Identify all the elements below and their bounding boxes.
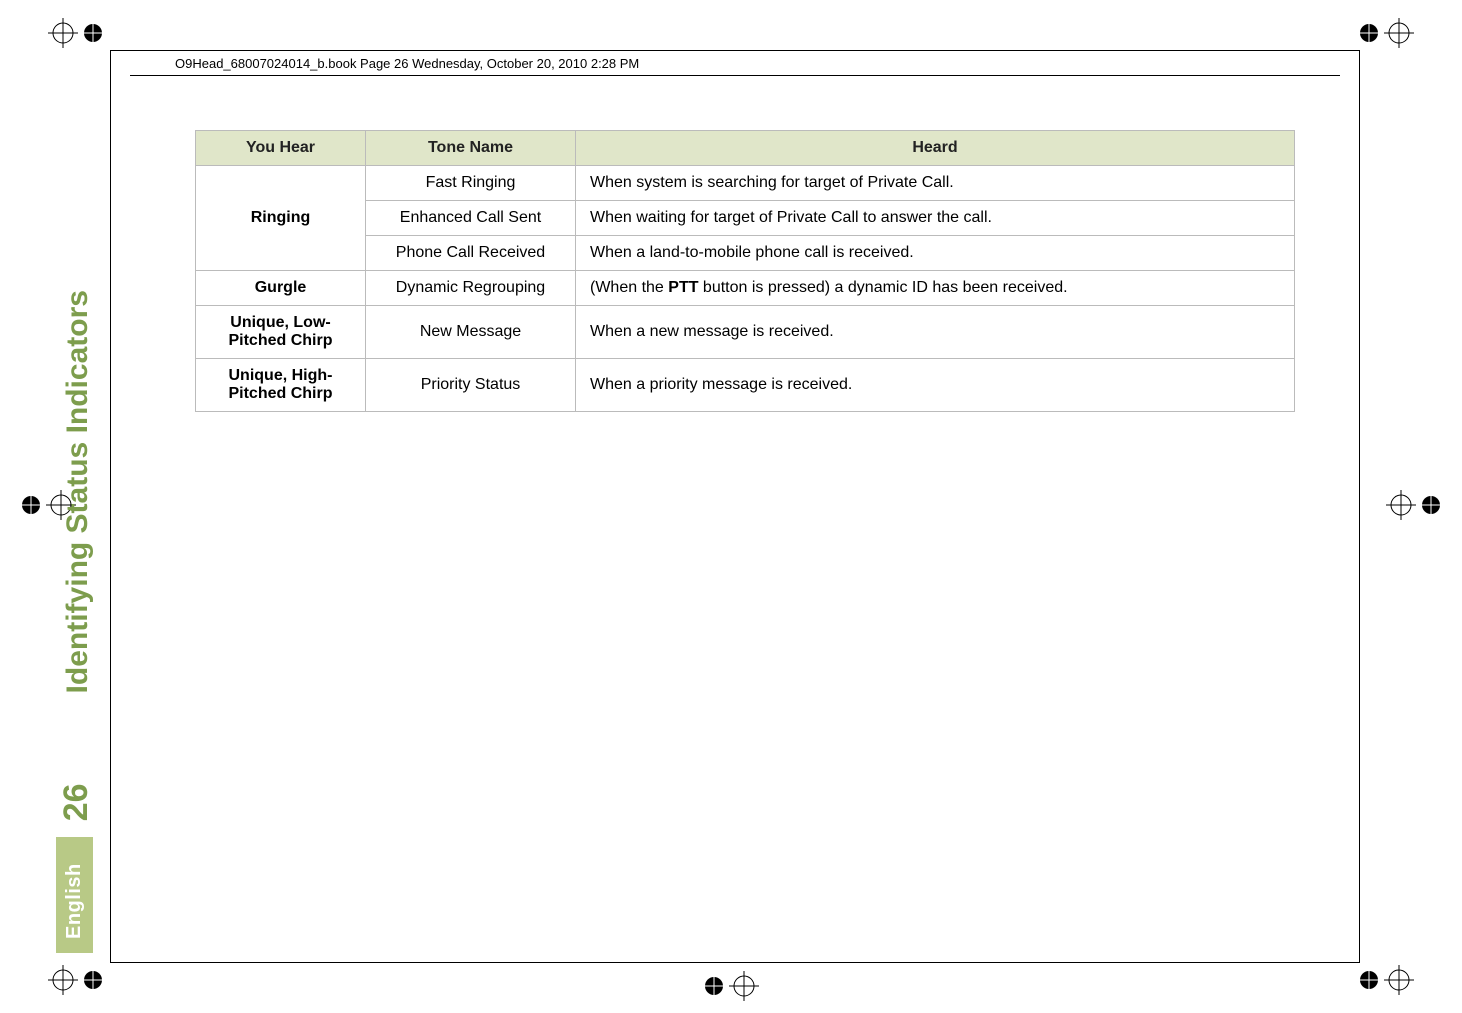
table-row: Unique, Low-Pitched Chirp New Message Wh… (196, 306, 1295, 359)
heard-cell: When a priority message is received. (576, 359, 1295, 412)
table-header-row: You Hear Tone Name Heard (196, 131, 1295, 166)
table-header: Heard (576, 131, 1295, 166)
registration-mark-icon (703, 971, 759, 1001)
content-area: You Hear Tone Name Heard Ringing Fast Ri… (195, 130, 1295, 412)
you-hear-cell: Gurgle (196, 271, 366, 306)
tone-name-cell: New Message (366, 306, 576, 359)
table-row: Gurgle Dynamic Regrouping (When the PTT … (196, 271, 1295, 306)
page-number: 26 (59, 783, 93, 837)
tone-name-cell: Priority Status (366, 359, 576, 412)
you-hear-cell: Unique, Low-Pitched Chirp (196, 306, 366, 359)
table-header: Tone Name (366, 131, 576, 166)
heard-cell: When a new message is received. (576, 306, 1295, 359)
table-row: Ringing Fast Ringing When system is sear… (196, 166, 1295, 201)
registration-mark-icon (48, 18, 104, 48)
side-tab: English 26 Identifying Status Indicators (56, 290, 93, 953)
heard-cell: When system is searching for target of P… (576, 166, 1295, 201)
heard-cell: When a land-to-mobile phone call is rece… (576, 236, 1295, 271)
section-title: Identifying Status Indicators (63, 290, 93, 783)
registration-mark-icon (48, 965, 104, 995)
table-row: Unique, High-Pitched Chirp Priority Stat… (196, 359, 1295, 412)
tone-name-cell: Phone Call Received (366, 236, 576, 271)
you-hear-cell: Ringing (196, 166, 366, 271)
alert-tones-table: You Hear Tone Name Heard Ringing Fast Ri… (195, 130, 1295, 412)
heard-cell: When waiting for target of Private Call … (576, 201, 1295, 236)
table-header: You Hear (196, 131, 366, 166)
masthead-text: O9Head_68007024014_b.book Page 26 Wednes… (175, 56, 639, 71)
heard-cell: (When the PTT button is pressed) a dynam… (576, 271, 1295, 306)
registration-mark-icon (1358, 965, 1414, 995)
language-label: English (56, 837, 93, 953)
tone-name-cell: Dynamic Regrouping (366, 271, 576, 306)
tone-name-cell: Enhanced Call Sent (366, 201, 576, 236)
registration-mark-icon (1358, 18, 1414, 48)
registration-mark-icon (1386, 490, 1442, 520)
you-hear-cell: Unique, High-Pitched Chirp (196, 359, 366, 412)
tone-name-cell: Fast Ringing (366, 166, 576, 201)
